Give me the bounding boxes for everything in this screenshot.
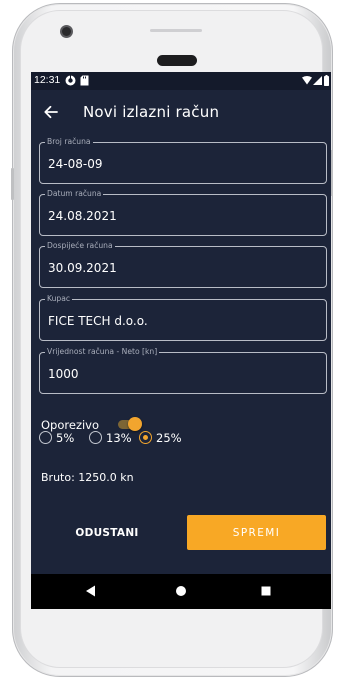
gross-amount: Bruto: 1250.0 kn: [41, 471, 134, 484]
invoice-date-field[interactable]: Datum računa: [39, 189, 327, 236]
radio-unchecked-icon: [39, 431, 52, 444]
nav-recents-icon[interactable]: [258, 583, 274, 599]
vat-rate-5-label: 5%: [56, 431, 75, 445]
status-time: 12:31: [34, 74, 61, 86]
app-screen: 12:31 Novi izlazni račun Broj računa 24-…: [31, 72, 331, 609]
customer-field[interactable]: Kupac: [39, 294, 327, 341]
notification-app-icon: [65, 75, 76, 86]
radio-checked-icon: [139, 431, 152, 444]
vat-rate-25-radio[interactable]: 25%: [139, 428, 189, 448]
volume-button: [11, 168, 14, 200]
invoice-number-label: Broj računa: [45, 137, 93, 147]
wifi-icon: [302, 76, 312, 85]
back-arrow-icon[interactable]: [41, 102, 61, 122]
vat-rate-13-label: 13%: [106, 431, 132, 445]
invoice-date-label: Datum računa: [45, 189, 104, 199]
due-date-field[interactable]: Dospijeće računa: [39, 241, 327, 288]
vat-rate-13-radio[interactable]: 13%: [89, 428, 137, 448]
app-bar: Novi izlazni račun: [31, 90, 331, 136]
due-date-label: Dospijeće računa: [45, 241, 115, 251]
proximity-sensor: [150, 29, 202, 32]
due-date-input[interactable]: [48, 259, 318, 277]
radio-unchecked-icon: [89, 431, 102, 444]
net-amount-field[interactable]: Vrijednost računa - Neto [kn]: [39, 347, 327, 394]
status-bar: 12:31: [31, 72, 331, 90]
vat-rate-5-radio[interactable]: 5%: [39, 428, 83, 448]
signal-icon: [313, 76, 322, 85]
invoice-number-field[interactable]: Broj računa: [39, 137, 327, 184]
save-button[interactable]: SPREMI: [187, 515, 326, 550]
net-amount-input[interactable]: [48, 365, 318, 383]
invoice-date-input[interactable]: [48, 207, 318, 225]
sd-card-icon: [80, 75, 89, 86]
customer-label: Kupac: [45, 294, 73, 304]
system-nav-bar: [31, 574, 331, 609]
page-title: Novi izlazni račun: [83, 103, 220, 121]
earpiece-speaker: [157, 55, 197, 66]
battery-icon: [324, 75, 329, 86]
cancel-button[interactable]: ODUSTANI: [39, 516, 175, 550]
invoice-number-input[interactable]: [48, 155, 318, 173]
nav-back-icon[interactable]: [83, 583, 99, 599]
front-camera: [62, 27, 71, 36]
net-amount-label: Vrijednost računa - Neto [kn]: [45, 347, 160, 357]
nav-home-icon[interactable]: [173, 583, 189, 599]
customer-input[interactable]: [48, 312, 318, 330]
vat-rate-25-label: 25%: [156, 431, 182, 445]
